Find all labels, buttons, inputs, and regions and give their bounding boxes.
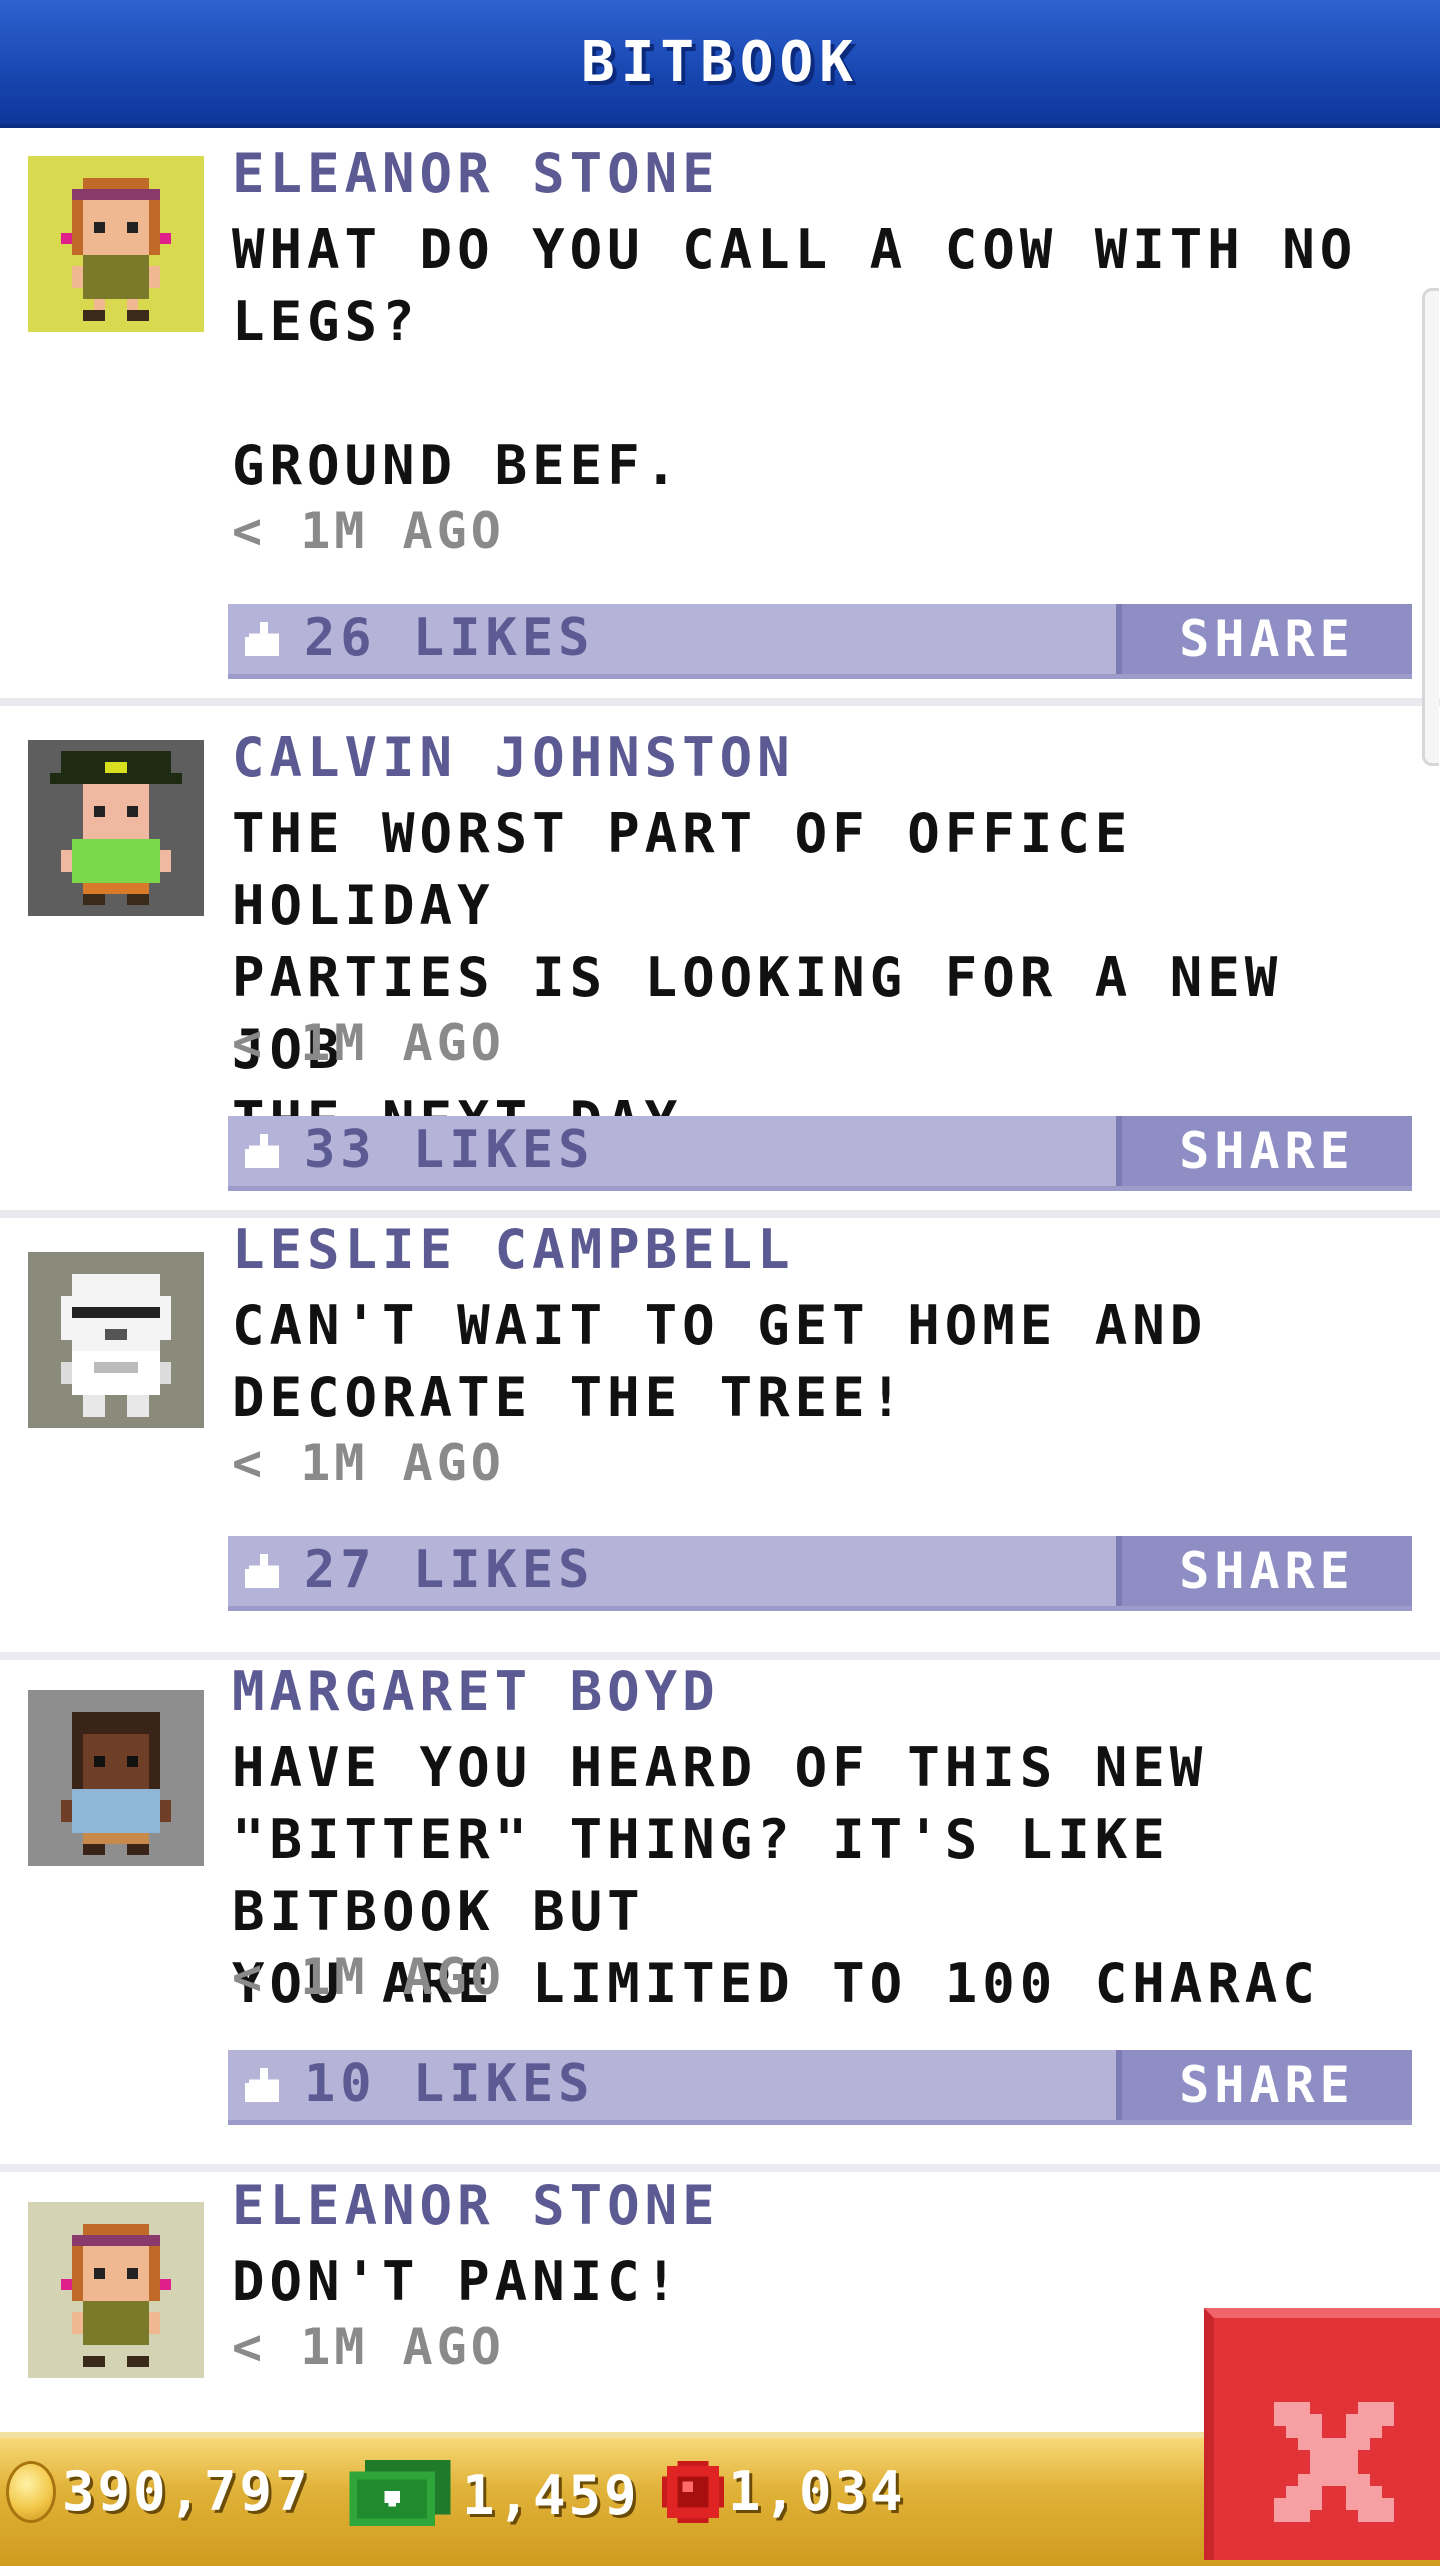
- post-author[interactable]: MARGARET BOYD: [232, 1660, 720, 1723]
- close-button[interactable]: [1204, 2308, 1440, 2560]
- page-title: BITBOOK: [580, 29, 859, 95]
- post-divider: [0, 1210, 1440, 1218]
- post-divider: [0, 2164, 1440, 2172]
- like-bar[interactable]: 33 LIKES SHARE: [228, 1116, 1412, 1191]
- gem-icon: [662, 2460, 724, 2523]
- leslie-campbell-avatar-icon: [28, 1252, 204, 1428]
- margaret-boyd-avatar-icon: [28, 1690, 204, 1866]
- cash-icon: [349, 2460, 451, 2527]
- like-bar[interactable]: 10 LIKES SHARE: [228, 2050, 1412, 2125]
- like-icon: [245, 1134, 280, 1168]
- like-icon: [245, 2068, 280, 2102]
- post-author[interactable]: LESLIE CAMPBELL: [232, 1218, 795, 1281]
- post-time: < 1M AGO: [232, 1948, 505, 2006]
- post-message: THE WORST PART OF OFFICE HOLIDAY PARTIES…: [232, 802, 1283, 1153]
- post-time: < 1M AGO: [232, 502, 505, 560]
- coin-count: 390,797: [62, 2460, 311, 2523]
- post-message: CAN'T WAIT TO GET HOME AND DECORATE THE …: [232, 1294, 1208, 1429]
- app-header: BITBOOK: [0, 0, 1440, 128]
- share-button[interactable]: SHARE: [1116, 1536, 1412, 1606]
- like-bar[interactable]: 26 LIKES SHARE: [228, 604, 1412, 679]
- eleanor-stone-avatar-icon: [28, 156, 204, 332]
- cash-stat: 1,459: [348, 2460, 640, 2530]
- share-button[interactable]: SHARE: [1116, 1116, 1412, 1186]
- post-time: < 1M AGO: [232, 1434, 505, 1492]
- avatar[interactable]: [28, 1252, 204, 1428]
- post-time: < 1M AGO: [232, 1014, 505, 1072]
- eleanor-stone-avatar-icon: [28, 2202, 204, 2378]
- avatar[interactable]: [28, 740, 204, 916]
- like-icon: [245, 622, 280, 656]
- like-count: 10 LIKES: [304, 2054, 595, 2114]
- gem-stat: 1,034: [662, 2460, 906, 2523]
- like-bar[interactable]: 27 LIKES SHARE: [228, 1536, 1412, 1611]
- gem-count: 1,034: [728, 2460, 906, 2523]
- share-button[interactable]: SHARE: [1116, 2050, 1412, 2120]
- calvin-johnston-avatar-icon: [28, 740, 204, 916]
- like-icon: [245, 1554, 280, 1588]
- post-author[interactable]: ELEANOR STONE: [232, 142, 720, 205]
- scrollbar[interactable]: [1422, 288, 1439, 766]
- coin-stat: 390,797: [6, 2460, 311, 2523]
- avatar[interactable]: [28, 1690, 204, 1866]
- post-time: < 1M AGO: [232, 2318, 505, 2376]
- like-count: 33 LIKES: [304, 1120, 595, 1180]
- post-author[interactable]: ELEANOR STONE: [232, 2174, 720, 2237]
- post-divider: [0, 1652, 1440, 1660]
- close-icon: [1274, 2402, 1394, 2522]
- post-message: WHAT DO YOU CALL A COW WITH NO LEGS? GRO…: [232, 218, 1358, 497]
- like-count: 26 LIKES: [304, 608, 595, 668]
- like-count: 27 LIKES: [304, 1540, 595, 1600]
- coin-icon: [6, 2460, 56, 2523]
- avatar[interactable]: [28, 2202, 204, 2378]
- share-button[interactable]: SHARE: [1116, 604, 1412, 674]
- cash-count: 1,459: [462, 2463, 640, 2527]
- post-author[interactable]: CALVIN JOHNSTON: [232, 726, 795, 789]
- post-divider: [0, 698, 1440, 706]
- avatar[interactable]: [28, 156, 204, 332]
